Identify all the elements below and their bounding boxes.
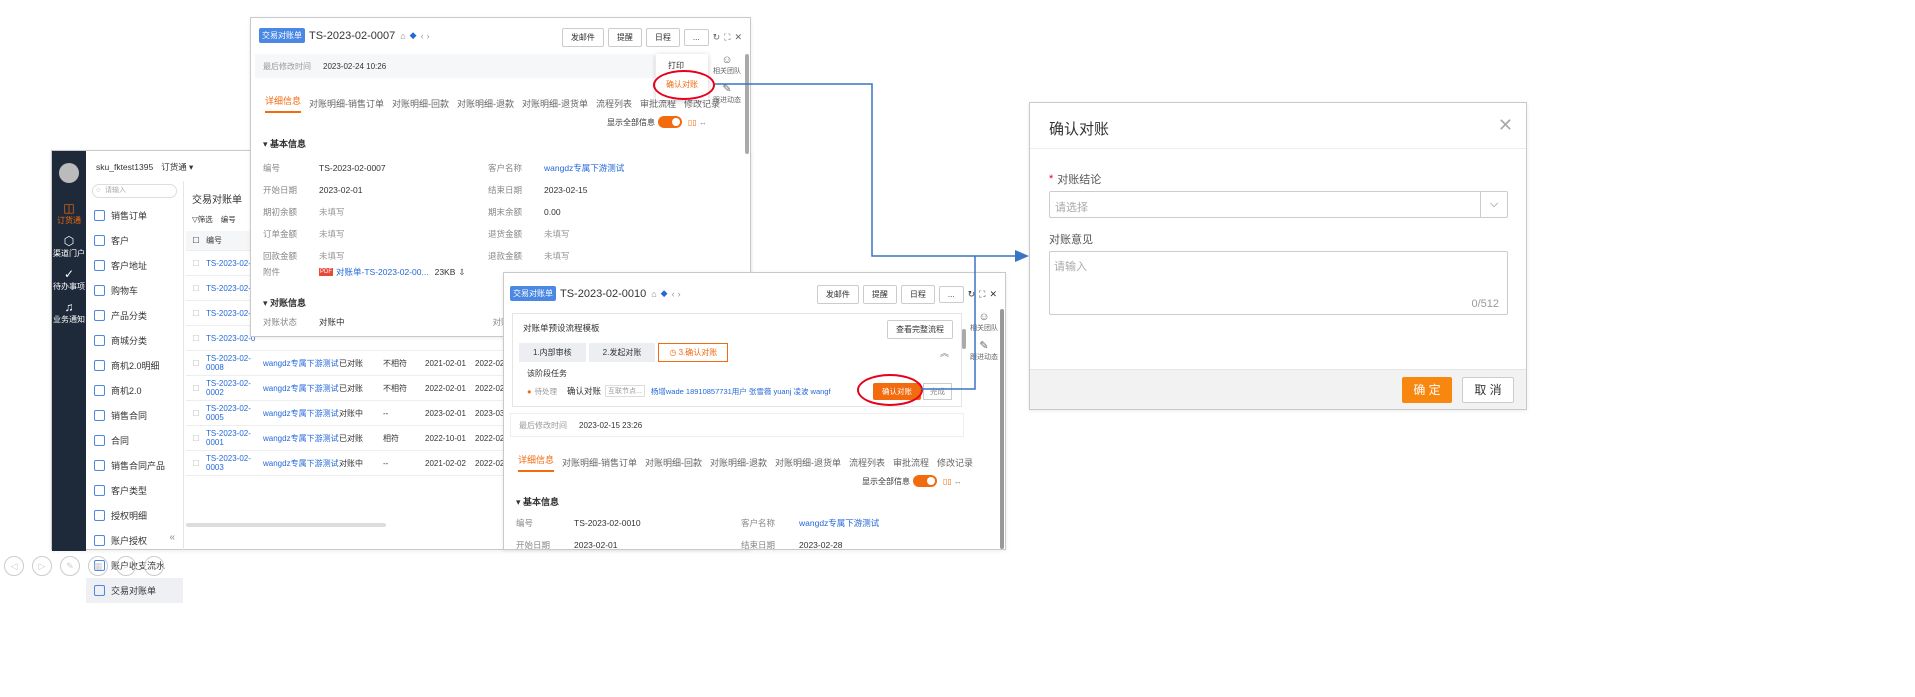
arrow-from-menu — [715, 83, 1015, 257]
cancel-button[interactable]: 取 消 — [1462, 377, 1514, 403]
zoom-circle-icon[interactable]: ⌕ — [116, 556, 136, 576]
next-circle-icon[interactable]: ▷ — [32, 556, 52, 576]
conclusion-select[interactable]: 请选择 ⌵ — [1049, 191, 1508, 218]
connector-arrows — [715, 83, 1029, 390]
bottom-toolbar: ◁ ▷ ✎ ▦ ⌕ ⋯ — [4, 556, 164, 576]
prev-circle-icon[interactable]: ◁ — [4, 556, 24, 576]
chevron-down-icon: ⌵ — [1480, 192, 1507, 217]
arrow-from-button — [921, 256, 976, 390]
arrow-head — [1015, 250, 1029, 262]
required-mark: * — [1049, 173, 1054, 185]
more-circle-icon[interactable]: ⋯ — [144, 556, 164, 576]
dialog-title: 确认对账 — [1049, 121, 1110, 138]
opinion-label: 对账意见 — [1049, 234, 1093, 246]
confirm-dialog: 确认对账 ✕ * 对账结论 请选择 ⌵ 对账意见 请输入 0/512 确 定 取… — [1029, 102, 1527, 410]
conclusion-label: 对账结论 — [1057, 174, 1102, 186]
grid-circle-icon[interactable]: ▦ — [88, 556, 108, 576]
pen-circle-icon[interactable]: ✎ — [60, 556, 80, 576]
char-counter: 0/512 — [1471, 298, 1499, 310]
dialog-footer: 确 定 取 消 — [1030, 369, 1526, 409]
ok-button[interactable]: 确 定 — [1402, 377, 1452, 403]
opinion-textarea[interactable]: 请输入 0/512 — [1049, 251, 1508, 315]
dialog-close-icon[interactable]: ✕ — [1498, 115, 1513, 136]
